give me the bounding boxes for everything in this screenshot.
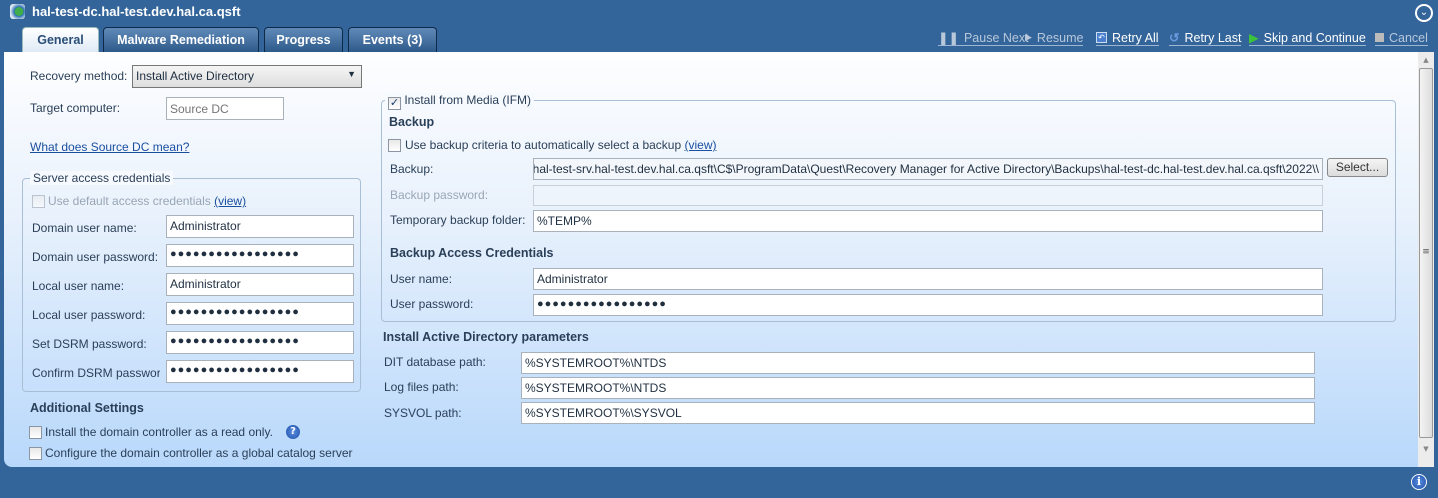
backup-password-label: Backup password: [390,188,489,202]
pause-next-button[interactable]: ❚❚ Pause Next [938,30,1029,46]
backup-user-name-label: User name: [390,272,453,286]
use-backup-criteria-label: Use backup criteria to automatically sel… [405,138,717,152]
source-dc-help-link[interactable]: What does Source DC mean? [30,140,189,154]
help-icon[interactable]: ? [286,425,300,439]
default-credentials-view-link[interactable]: (view) [214,194,246,208]
target-computer-input[interactable] [166,97,284,120]
select-backup-button[interactable]: Select... [1327,158,1388,177]
skip-and-continue-label: Skip and Continue [1263,30,1366,45]
resume-button[interactable]: ▶ Resume [1025,30,1084,46]
confirm-dsrm-password-label: Confirm DSRM passwor [32,366,160,380]
backup-access-heading: Backup Access Credentials [390,246,554,260]
ifm-label: Install from Media (IFM) [404,93,532,107]
target-computer-label: Target computer: [30,101,121,115]
ifm-legend: ✓ Install from Media (IFM) [385,93,535,110]
log-path-label: Log files path: [384,380,459,394]
retry-last-button[interactable]: ↺ Retry Last [1169,30,1242,46]
backup-heading: Backup [389,115,435,129]
recovery-method-select[interactable]: Install Active Directory ▼ [132,65,362,88]
dit-path-input[interactable]: %SYSTEMROOT%\NTDS [521,352,1315,374]
retry-all-icon: ↶ [1096,32,1107,43]
local-user-password-label: Local user password: [32,308,146,322]
dropdown-arrow-icon: ▼ [347,69,356,79]
backup-path-input[interactable]: \\hal-test-srv.hal-test.dev.hal.ca.qsft\… [533,158,1323,180]
confirm-dsrm-password-input[interactable]: ●●●●●●●●●●●●●●●●● [166,360,354,383]
domain-user-password-label: Domain user password: [32,250,159,264]
server-credentials-legend: Server access credentials [30,171,174,185]
domain-user-password-input[interactable]: ●●●●●●●●●●●●●●●●● [166,244,354,267]
collapse-chevron-icon[interactable]: ⌄ [1415,4,1433,22]
dsrm-password-label: Set DSRM password: [32,337,147,351]
scroll-down-icon[interactable]: ▼ [1418,438,1434,454]
cancel-button[interactable]: Cancel [1375,30,1428,46]
cancel-label: Cancel [1389,30,1428,45]
domain-user-name-label: Domain user name: [32,221,137,235]
stop-icon [1375,33,1384,42]
ad-params-heading: Install Active Directory parameters [383,330,589,344]
global-catalog-label: Configure the domain controller as a glo… [45,446,353,460]
read-only-dc-label: Install the domain controller as a read … [45,425,273,439]
dit-path-label: DIT database path: [384,355,486,369]
resume-label: Resume [1036,30,1084,45]
local-user-password-input[interactable]: ●●●●●●●●●●●●●●●●● [166,302,354,325]
local-user-name-input[interactable]: Administrator [166,273,354,296]
vertical-scrollbar[interactable]: ▲ ≡ ▼ [1418,52,1434,467]
backup-criteria-view-link[interactable]: (view) [684,138,716,152]
log-path-input[interactable]: %SYSTEMROOT%\NTDS [521,377,1315,399]
tab-events[interactable]: Events (3) [348,27,437,52]
retry-all-label: Retry All [1112,30,1159,45]
retry-last-label: Retry Last [1184,30,1242,45]
tab-progress[interactable]: Progress [264,27,343,52]
scroll-up-icon[interactable]: ▲ [1418,52,1434,68]
window-title: hal-test-dc.hal-test.dev.hal.ca.qsft [32,4,241,19]
sysvol-path-label: SYSVOL path: [384,406,462,420]
pause-icon: ❚❚ [938,31,959,45]
scroll-thumb[interactable]: ≡ [1419,68,1433,438]
app-icon [10,4,25,19]
use-backup-criteria-checkbox[interactable] [388,139,401,152]
backup-password-input [533,185,1323,206]
backup-user-password-input[interactable]: ●●●●●●●●●●●●●●●●● [533,294,1323,316]
read-only-dc-checkbox[interactable] [29,426,42,439]
backup-user-name-input[interactable]: Administrator [533,268,1323,290]
use-default-credentials-label: Use default access credentials (view) [48,194,247,208]
tab-general[interactable]: General [22,27,99,52]
use-default-credentials-checkbox[interactable] [32,195,45,208]
temp-folder-input[interactable]: %TEMP% [533,210,1323,232]
domain-user-name-input[interactable]: Administrator [166,215,354,238]
additional-settings-heading: Additional Settings [30,401,144,415]
backup-user-password-label: User password: [390,297,474,311]
sysvol-path-input[interactable]: %SYSTEMROOT%\SYSVOL [521,402,1315,424]
play-icon: ▶ [1025,32,1032,42]
retry-all-button[interactable]: ↶ Retry All [1096,30,1159,46]
temp-folder-label: Temporary backup folder: [390,213,526,227]
backup-label: Backup: [390,162,434,176]
ifm-checkbox[interactable]: ✓ [388,97,401,110]
info-icon[interactable]: i [1411,474,1427,490]
pause-next-label: Pause Next [963,30,1029,45]
dsrm-password-input[interactable]: ●●●●●●●●●●●●●●●●● [166,331,354,354]
tab-malware-remediation[interactable]: Malware Remediation [103,27,259,52]
global-catalog-checkbox[interactable] [29,447,42,460]
skip-and-continue-button[interactable]: ▶ Skip and Continue [1249,30,1366,46]
green-play-icon: ▶ [1249,31,1259,45]
retry-last-icon: ↺ [1169,31,1180,45]
local-user-name-label: Local user name: [32,279,125,293]
recovery-method-value: Install Active Directory [136,69,255,83]
recovery-method-label: Recovery method: [30,69,128,83]
